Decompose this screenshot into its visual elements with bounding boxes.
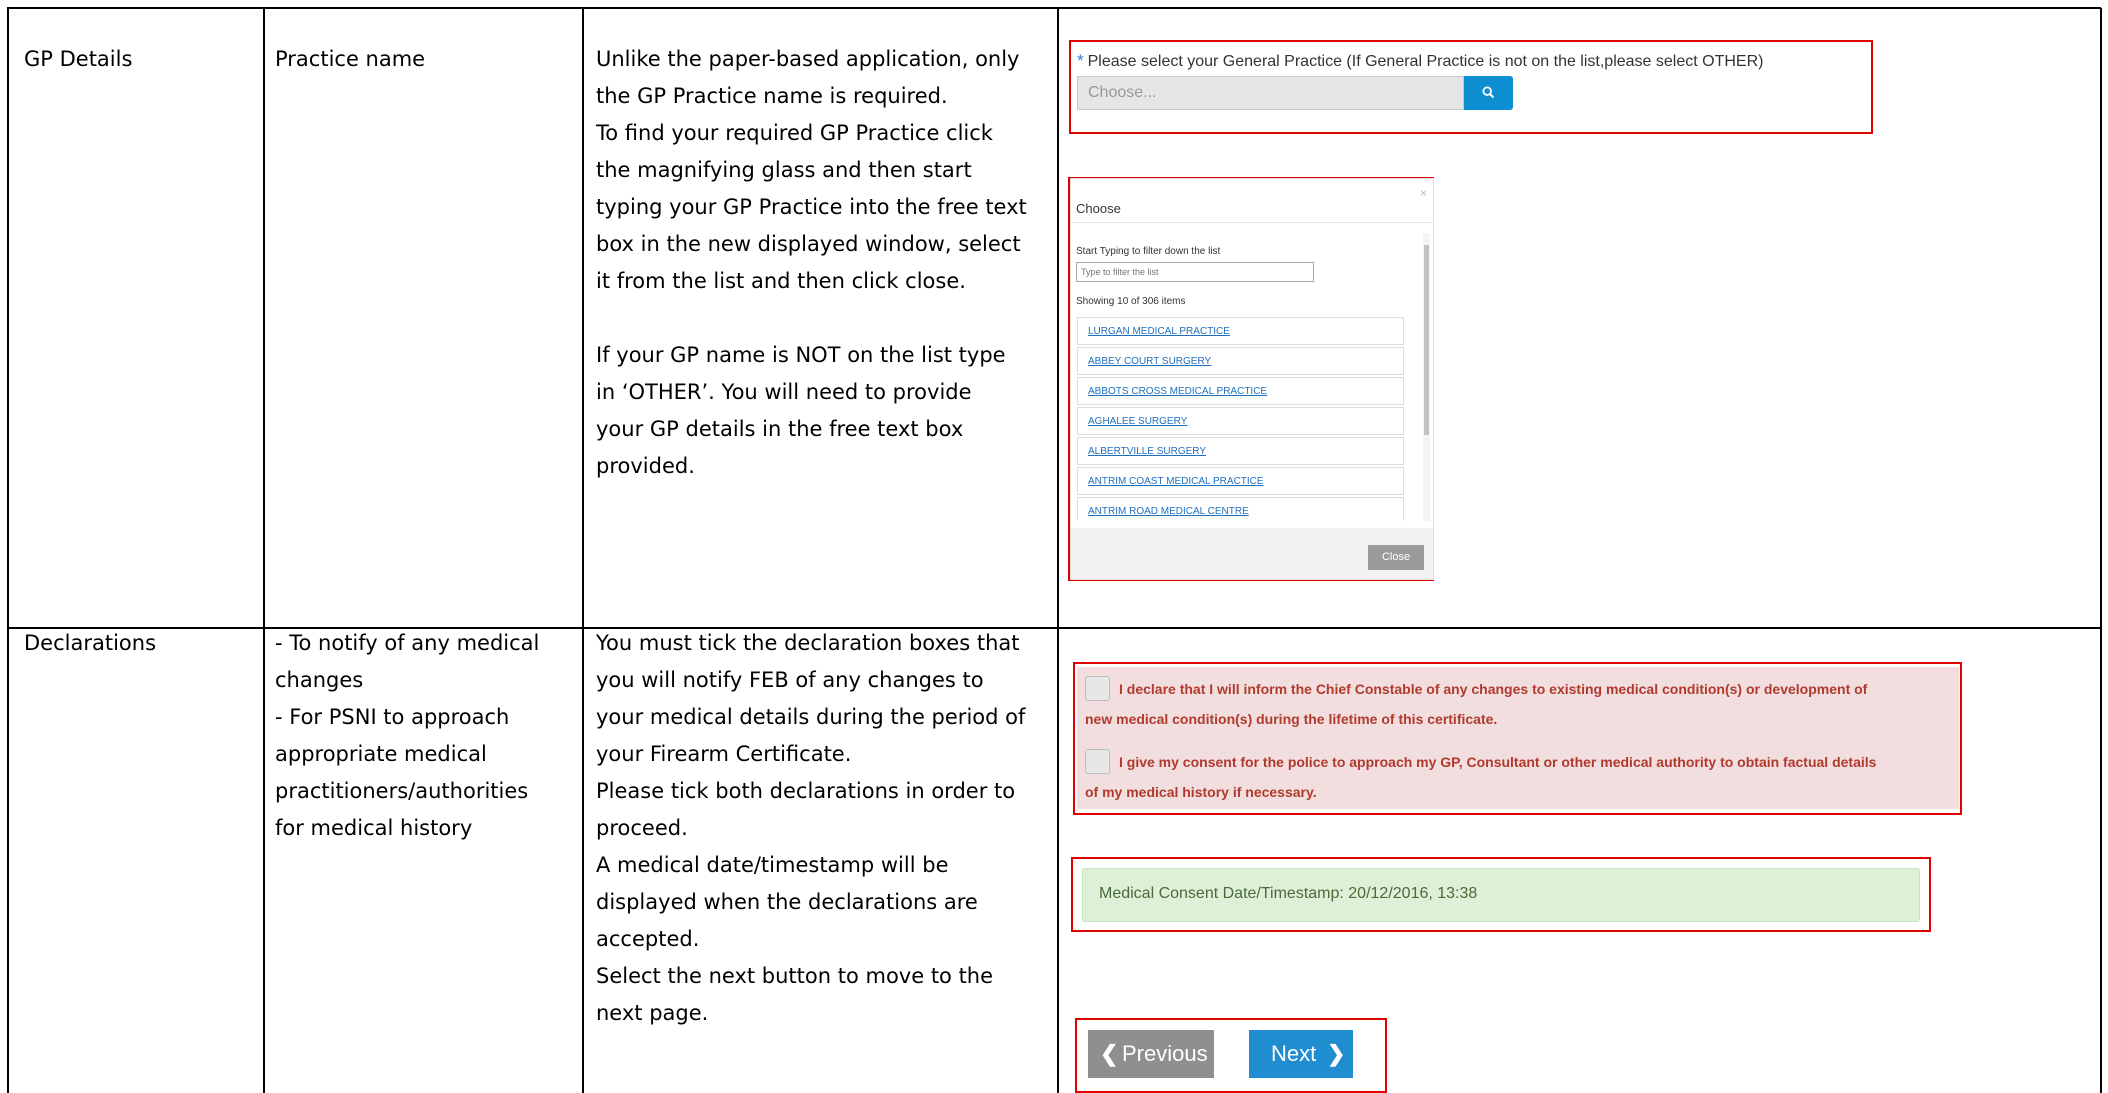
modal-title: Choose <box>1076 201 1121 216</box>
gp-select-label: * Please select your General Practice (If… <box>1077 51 1764 70</box>
instruction-text: You must tick the declaration boxes that… <box>596 631 1026 1025</box>
item-label-practice-name: Practice name <box>275 47 426 71</box>
consent-timestamp-alert: Medical Consent Date/Timestamp: 20/12/20… <box>1082 868 1920 922</box>
table-border-top <box>7 7 2101 9</box>
search-button[interactable] <box>1464 76 1513 110</box>
required-icon: * <box>1077 51 1084 70</box>
list-item[interactable]: ANTRIM ROAD MEDICAL CENTRE <box>1077 497 1404 521</box>
search-icon <box>1482 86 1495 99</box>
list-item[interactable]: ABBOTS CROSS MEDICAL PRACTICE <box>1077 377 1404 405</box>
filter-label: Start Typing to filter down the list <box>1076 246 1221 257</box>
declaration-text-notify: I declare that I will inform the Chief C… <box>1085 681 1868 727</box>
column-divider <box>1057 8 1059 1093</box>
column-divider <box>7 8 9 1093</box>
modal-close-icon[interactable]: × <box>1420 186 1427 200</box>
item-count: Showing 10 of 306 items <box>1076 296 1186 307</box>
document-table: GP Details Practice name Unlike the pape… <box>0 0 2108 1093</box>
instruction-text: Unlike the paper-based application, only… <box>596 47 1027 478</box>
previous-button[interactable]: ❮ Previous <box>1088 1030 1214 1078</box>
list-item[interactable]: LURGAN MEDICAL PRACTICE <box>1077 317 1404 345</box>
column-divider <box>582 8 584 1093</box>
scrollbar-thumb[interactable] <box>1424 245 1429 435</box>
next-button[interactable]: Next ❯ <box>1249 1030 1353 1078</box>
filter-input[interactable] <box>1076 262 1314 282</box>
chevron-left-icon: ❮ <box>1100 1041 1119 1066</box>
column-divider <box>2100 8 2102 1093</box>
declaration-text-consent: I give my consent for the police to appr… <box>1085 754 1877 800</box>
chevron-right-icon: ❯ <box>1327 1041 1346 1066</box>
list-item[interactable]: AGHALEE SURGERY <box>1077 407 1404 435</box>
list-item[interactable]: ANTRIM COAST MEDICAL PRACTICE <box>1077 467 1404 495</box>
consent-timestamp-text: Medical Consent Date/Timestamp: 20/12/20… <box>1099 885 1478 902</box>
list-item[interactable]: ABBEY COURT SURGERY <box>1077 347 1404 375</box>
section-label-declarations: Declarations <box>24 631 157 655</box>
item-label-declarations: - To notify of any medical changes - For… <box>275 631 540 840</box>
divider <box>1071 222 1433 223</box>
close-button[interactable]: Close <box>1368 545 1424 570</box>
section-label-gp-details: GP Details <box>24 47 133 71</box>
list-item[interactable]: ALBERTVILLE SURGERY <box>1077 437 1404 465</box>
gp-practice-input[interactable]: Choose... <box>1077 76 1464 110</box>
column-divider <box>263 8 265 1093</box>
